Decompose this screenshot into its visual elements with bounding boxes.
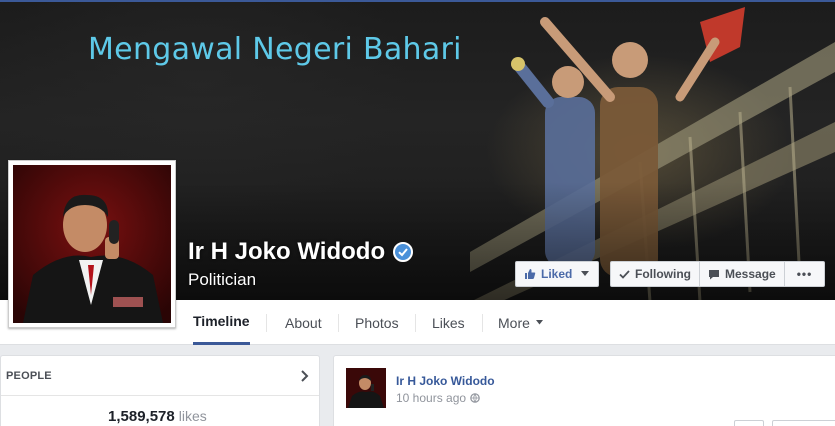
- tab-photos[interactable]: Photos: [355, 300, 399, 345]
- verified-badge-icon: [393, 242, 414, 262]
- page-name[interactable]: Ir H Joko Widodo: [188, 238, 385, 266]
- people-card: PEOPLE 1,589,578 likes: [0, 355, 320, 426]
- tab-divider: [482, 314, 483, 332]
- tab-timeline[interactable]: Timeline: [193, 300, 250, 345]
- tab-more-label: More: [498, 314, 530, 331]
- likes-count-row: 1,589,578 likes: [108, 408, 207, 425]
- profile-photo: [13, 165, 171, 323]
- more-options-button[interactable]: •••: [785, 262, 825, 286]
- checkmark-icon: [619, 269, 630, 279]
- globe-icon: [470, 393, 480, 403]
- tab-timeline-label: Timeline: [193, 313, 250, 329]
- tab-more[interactable]: More: [498, 300, 543, 345]
- message-button[interactable]: Message: [700, 262, 785, 286]
- message-icon: [709, 269, 719, 279]
- following-label: Following: [635, 267, 691, 281]
- following-button[interactable]: Following: [611, 262, 700, 286]
- message-label: Message: [725, 267, 776, 281]
- profile-picture[interactable]: [8, 160, 176, 328]
- liked-label: Liked: [541, 267, 573, 281]
- post-timestamp-row: 10 hours ago: [396, 391, 480, 405]
- page-category: Politician: [188, 270, 257, 289]
- liked-button[interactable]: Liked: [515, 261, 599, 287]
- tab-divider: [415, 314, 416, 332]
- cover-title: Mengawal Negeri Bahari: [88, 32, 462, 67]
- post-author-avatar[interactable]: [346, 368, 386, 408]
- likes-label: likes: [178, 408, 207, 424]
- post-author-name[interactable]: Ir H Joko Widodo: [396, 374, 495, 388]
- people-card-header[interactable]: PEOPLE: [1, 356, 319, 396]
- facebook-page: Mengawal Negeri Bahari Ir H Joko Widodo …: [0, 0, 835, 426]
- chevron-down-icon: [581, 271, 590, 276]
- tab-about-label: About: [285, 314, 322, 331]
- post-timestamp[interactable]: 10 hours ago: [396, 391, 466, 405]
- tab-photos-label: Photos: [355, 314, 399, 331]
- avatar-photo: [346, 368, 386, 408]
- tab-divider: [266, 314, 267, 332]
- people-card-title: PEOPLE: [6, 369, 52, 382]
- post-action-button[interactable]: [772, 420, 835, 426]
- caret-down-icon: [535, 320, 543, 325]
- tab-about[interactable]: About: [285, 300, 322, 345]
- tab-likes[interactable]: Likes: [432, 300, 465, 345]
- thumbs-up-icon: [525, 269, 536, 279]
- more-dots-icon: •••: [796, 267, 813, 281]
- page-actions-group: Following Message •••: [610, 261, 826, 287]
- chevron-right-icon: [301, 369, 309, 382]
- post-options-button[interactable]: [734, 420, 764, 426]
- tab-divider: [338, 314, 339, 332]
- likes-count: 1,589,578: [108, 408, 175, 425]
- tab-likes-label: Likes: [432, 314, 465, 331]
- post-card: Ir H Joko Widodo 10 hours ago: [333, 355, 835, 426]
